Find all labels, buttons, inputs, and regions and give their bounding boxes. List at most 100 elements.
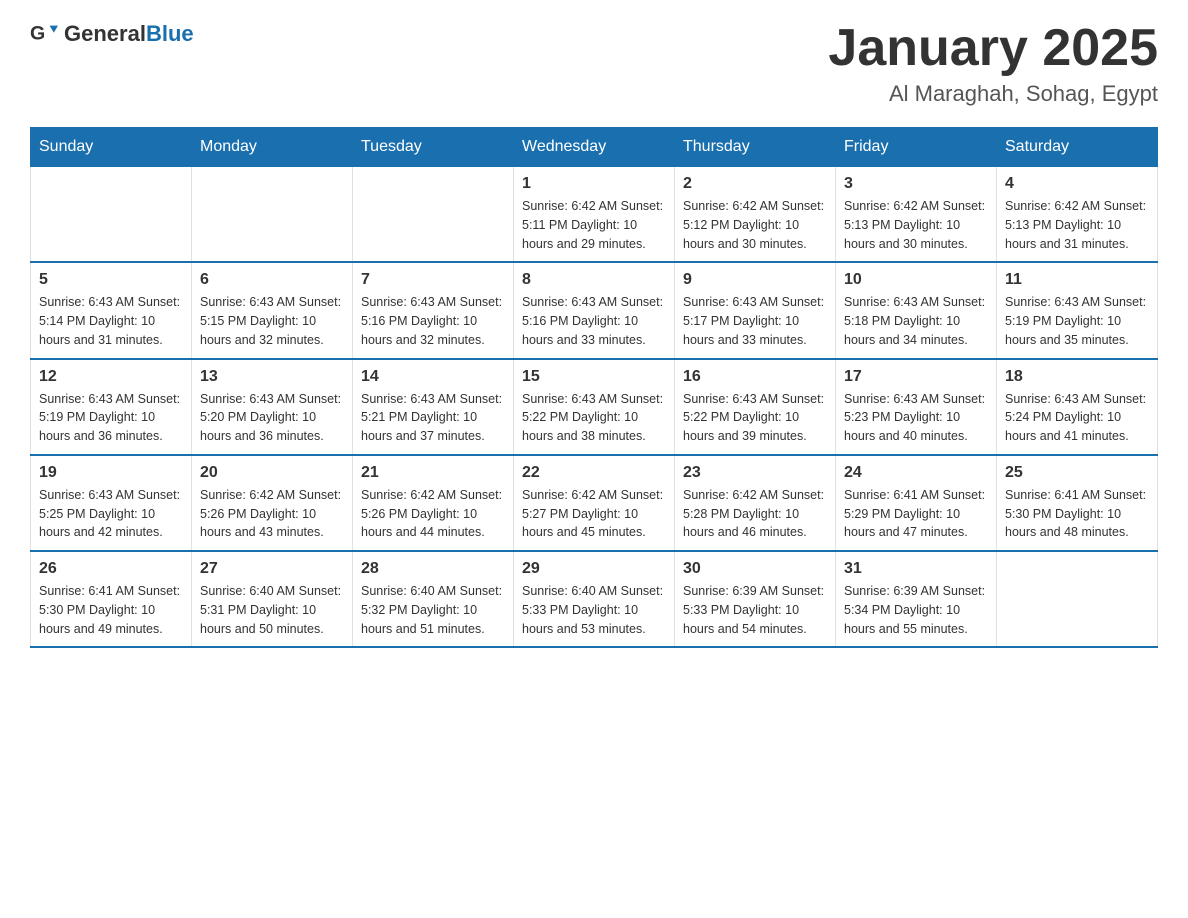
day-number: 1: [522, 175, 666, 193]
day-info: Sunrise: 6:43 AM Sunset: 5:21 PM Dayligh…: [361, 390, 505, 446]
day-number: 14: [361, 368, 505, 386]
calendar-cell: 4Sunrise: 6:42 AM Sunset: 5:13 PM Daylig…: [997, 167, 1158, 263]
day-number: 3: [844, 175, 988, 193]
calendar-cell: 10 Sunrise: 6:43 AM Sunset: 5:18 PM Dayli…: [836, 262, 997, 358]
calendar-cell: 17 Sunrise: 6:43 AM Sunset: 5:23 PM Dayli…: [836, 359, 997, 455]
day-number: 7: [361, 271, 505, 289]
day-info: Sunrise: 6:40 AM Sunset: 5:33 PM Dayligh…: [522, 582, 666, 638]
calendar-cell: 7 Sunrise: 6:43 AM Sunset: 5:16 PM Daylig…: [353, 262, 514, 358]
day-info: Sunrise: 6:43 AM Sunset: 5:23 PM Dayligh…: [844, 390, 988, 446]
day-number: 26: [39, 560, 183, 578]
day-info: Sunrise: 6:43 AM Sunset: 5:20 PM Dayligh…: [200, 390, 344, 446]
calendar-cell: [192, 167, 353, 263]
calendar-cell: 24 Sunrise: 6:41 AM Sunset: 5:29 PM Dayli…: [836, 455, 997, 551]
calendar-week-row: 26Sunrise: 6:41 AM Sunset: 5:30 PM Dayli…: [31, 551, 1158, 647]
day-number: 15: [522, 368, 666, 386]
day-number: 24: [844, 464, 988, 482]
day-info: Sunrise: 6:40 AM Sunset: 5:31 PM Dayligh…: [200, 582, 344, 638]
calendar-cell: 8 Sunrise: 6:43 AM Sunset: 5:16 PM Daylig…: [514, 262, 675, 358]
day-of-week-header: Friday: [836, 128, 997, 167]
day-info: Sunrise: 6:43 AM Sunset: 5:17 PM Dayligh…: [683, 293, 827, 349]
calendar-cell: 26Sunrise: 6:41 AM Sunset: 5:30 PM Dayli…: [31, 551, 192, 647]
calendar-week-row: 5 Sunrise: 6:43 AM Sunset: 5:14 PM Daylig…: [31, 262, 1158, 358]
day-number: 13: [200, 368, 344, 386]
day-number: 28: [361, 560, 505, 578]
day-info: Sunrise: 6:43 AM Sunset: 5:15 PM Dayligh…: [200, 293, 344, 349]
logo-icon: G: [30, 20, 58, 48]
page-header: G GeneralBlue January 2025 Al Maraghah, …: [30, 20, 1158, 107]
day-info: Sunrise: 6:42 AM Sunset: 5:26 PM Dayligh…: [200, 486, 344, 542]
day-info: Sunrise: 6:43 AM Sunset: 5:16 PM Dayligh…: [522, 293, 666, 349]
calendar-cell: 9 Sunrise: 6:43 AM Sunset: 5:17 PM Daylig…: [675, 262, 836, 358]
day-number: 21: [361, 464, 505, 482]
day-number: 25: [1005, 464, 1149, 482]
day-number: 10: [844, 271, 988, 289]
logo-general-text: General: [64, 21, 146, 46]
day-info: Sunrise: 6:43 AM Sunset: 5:18 PM Dayligh…: [844, 293, 988, 349]
logo-blue-text: Blue: [146, 21, 194, 46]
day-number: 2: [683, 175, 827, 193]
day-number: 8: [522, 271, 666, 289]
day-of-week-header: Sunday: [31, 128, 192, 167]
calendar-cell: 25Sunrise: 6:41 AM Sunset: 5:30 PM Dayli…: [997, 455, 1158, 551]
day-info: Sunrise: 6:43 AM Sunset: 5:14 PM Dayligh…: [39, 293, 183, 349]
day-info: Sunrise: 6:41 AM Sunset: 5:29 PM Dayligh…: [844, 486, 988, 542]
calendar-title: January 2025: [828, 20, 1158, 77]
calendar-cell: 16Sunrise: 6:43 AM Sunset: 5:22 PM Dayli…: [675, 359, 836, 455]
day-number: 5: [39, 271, 183, 289]
calendar-cell: 13 Sunrise: 6:43 AM Sunset: 5:20 PM Dayli…: [192, 359, 353, 455]
calendar-cell: 19Sunrise: 6:43 AM Sunset: 5:25 PM Dayli…: [31, 455, 192, 551]
calendar-cell: 14 Sunrise: 6:43 AM Sunset: 5:21 PM Dayli…: [353, 359, 514, 455]
calendar-cell: [31, 167, 192, 263]
calendar-cell: 28 Sunrise: 6:40 AM Sunset: 5:32 PM Dayli…: [353, 551, 514, 647]
day-of-week-header: Monday: [192, 128, 353, 167]
day-info: Sunrise: 6:43 AM Sunset: 5:22 PM Dayligh…: [522, 390, 666, 446]
day-of-week-header: Saturday: [997, 128, 1158, 167]
calendar-subtitle: Al Maraghah, Sohag, Egypt: [828, 81, 1158, 107]
day-of-week-header: Tuesday: [353, 128, 514, 167]
calendar-week-row: 12Sunrise: 6:43 AM Sunset: 5:19 PM Dayli…: [31, 359, 1158, 455]
day-info: Sunrise: 6:42 AM Sunset: 5:13 PM Dayligh…: [1005, 197, 1149, 253]
day-info: Sunrise: 6:43 AM Sunset: 5:16 PM Dayligh…: [361, 293, 505, 349]
day-number: 30: [683, 560, 827, 578]
calendar-cell: 22 Sunrise: 6:42 AM Sunset: 5:27 PM Dayli…: [514, 455, 675, 551]
day-number: 18: [1005, 368, 1149, 386]
day-info: Sunrise: 6:39 AM Sunset: 5:33 PM Dayligh…: [683, 582, 827, 638]
day-number: 31: [844, 560, 988, 578]
day-info: Sunrise: 6:39 AM Sunset: 5:34 PM Dayligh…: [844, 582, 988, 638]
day-info: Sunrise: 6:42 AM Sunset: 5:13 PM Dayligh…: [844, 197, 988, 253]
day-number: 29: [522, 560, 666, 578]
day-of-week-header: Wednesday: [514, 128, 675, 167]
calendar-week-row: 1 Sunrise: 6:42 AM Sunset: 5:11 PM Daylig…: [31, 167, 1158, 263]
day-number: 27: [200, 560, 344, 578]
day-info: Sunrise: 6:42 AM Sunset: 5:11 PM Dayligh…: [522, 197, 666, 253]
day-number: 9: [683, 271, 827, 289]
calendar-cell: 3 Sunrise: 6:42 AM Sunset: 5:13 PM Daylig…: [836, 167, 997, 263]
calendar-cell: 27 Sunrise: 6:40 AM Sunset: 5:31 PM Dayli…: [192, 551, 353, 647]
calendar-cell: 30 Sunrise: 6:39 AM Sunset: 5:33 PM Dayli…: [675, 551, 836, 647]
day-info: Sunrise: 6:42 AM Sunset: 5:27 PM Dayligh…: [522, 486, 666, 542]
calendar-cell: 15 Sunrise: 6:43 AM Sunset: 5:22 PM Dayli…: [514, 359, 675, 455]
day-info: Sunrise: 6:42 AM Sunset: 5:28 PM Dayligh…: [683, 486, 827, 542]
day-info: Sunrise: 6:43 AM Sunset: 5:22 PM Dayligh…: [683, 390, 827, 446]
day-info: Sunrise: 6:40 AM Sunset: 5:32 PM Dayligh…: [361, 582, 505, 638]
calendar-cell: 21 Sunrise: 6:42 AM Sunset: 5:26 PM Dayli…: [353, 455, 514, 551]
calendar-cell: 5 Sunrise: 6:43 AM Sunset: 5:14 PM Daylig…: [31, 262, 192, 358]
svg-text:G: G: [30, 23, 45, 45]
calendar-cell: 18 Sunrise: 6:43 AM Sunset: 5:24 PM Dayli…: [997, 359, 1158, 455]
day-number: 11: [1005, 271, 1149, 289]
day-number: 12: [39, 368, 183, 386]
day-info: Sunrise: 6:43 AM Sunset: 5:19 PM Dayligh…: [1005, 293, 1149, 349]
day-info: Sunrise: 6:43 AM Sunset: 5:24 PM Dayligh…: [1005, 390, 1149, 446]
calendar-table: SundayMondayTuesdayWednesdayThursdayFrid…: [30, 127, 1158, 648]
calendar-cell: 29 Sunrise: 6:40 AM Sunset: 5:33 PM Dayli…: [514, 551, 675, 647]
day-number: 20: [200, 464, 344, 482]
calendar-cell: [997, 551, 1158, 647]
calendar-cell: 11 Sunrise: 6:43 AM Sunset: 5:19 PM Dayli…: [997, 262, 1158, 358]
day-of-week-header: Thursday: [675, 128, 836, 167]
day-number: 22: [522, 464, 666, 482]
day-number: 17: [844, 368, 988, 386]
day-info: Sunrise: 6:42 AM Sunset: 5:26 PM Dayligh…: [361, 486, 505, 542]
calendar-cell: 12Sunrise: 6:43 AM Sunset: 5:19 PM Dayli…: [31, 359, 192, 455]
calendar-cell: [353, 167, 514, 263]
